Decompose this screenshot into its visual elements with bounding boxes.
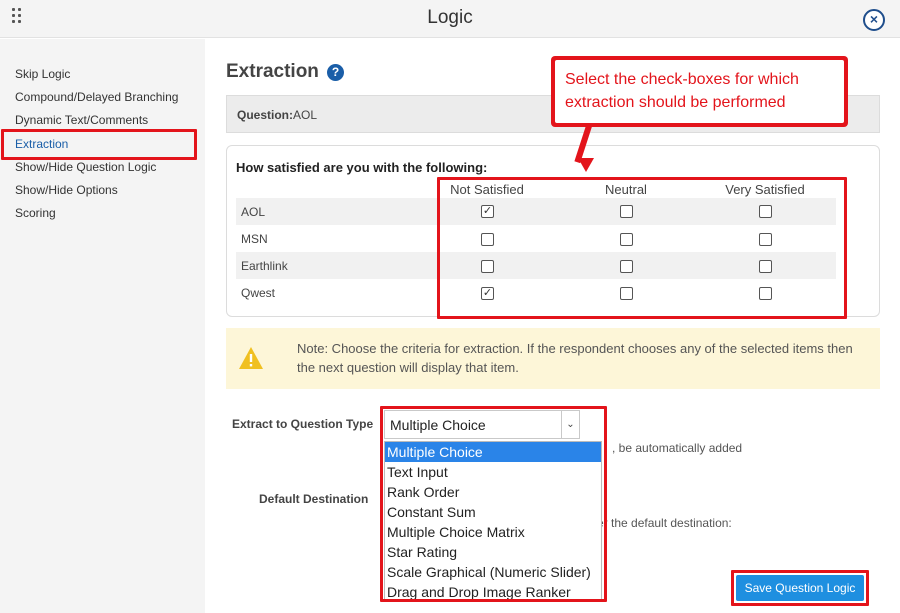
sidebar-item-skip-logic[interactable]: Skip Logic <box>15 67 70 81</box>
warning-icon <box>239 347 263 369</box>
row-label-msn: MSN <box>241 232 268 246</box>
save-question-logic-button[interactable]: Save Question Logic <box>736 575 864 601</box>
option-multiple-choice-matrix[interactable]: Multiple Choice Matrix <box>385 522 601 542</box>
row-label-earthlink: Earthlink <box>241 259 288 273</box>
row-label-aol: AOL <box>241 205 266 219</box>
partial-text-default-destination: er the default destination: <box>597 516 732 530</box>
checkbox-earthlink-very-satisfied[interactable] <box>759 260 772 273</box>
sidebar-item-extraction[interactable]: Extraction <box>15 137 68 151</box>
checkbox-aol-very-satisfied[interactable] <box>759 205 772 218</box>
checkbox-msn-neutral[interactable] <box>620 233 633 246</box>
question-label: Question: <box>237 108 293 122</box>
sidebar-item-show-hide-options[interactable]: Show/Hide Options <box>15 183 118 197</box>
option-star-rating[interactable]: Star Rating <box>385 542 601 562</box>
matrix-question: How satisfied are you with the following… <box>236 160 488 175</box>
help-icon[interactable]: ? <box>327 64 344 81</box>
default-destination-label: Default Destination <box>259 492 369 506</box>
table-row <box>236 198 836 225</box>
table-row <box>236 225 836 252</box>
checkbox-aol-not-satisfied[interactable]: ✓ <box>481 205 494 218</box>
annotation-callout: Select the check-boxes for which extract… <box>551 56 848 127</box>
close-icon[interactable]: × <box>863 9 885 31</box>
table-row <box>236 279 836 306</box>
checkbox-earthlink-not-satisfied[interactable] <box>481 260 494 273</box>
checkbox-aol-neutral[interactable] <box>620 205 633 218</box>
partial-text-auto-added: , be automatically added <box>612 441 743 455</box>
checkbox-qwest-very-satisfied[interactable] <box>759 287 772 300</box>
extract-type-label: Extract to Question Type <box>232 417 374 431</box>
note-text: Note: Choose the criteria for extraction… <box>297 341 853 375</box>
question-value: AOL <box>293 108 318 122</box>
page-title: Extraction <box>226 61 319 82</box>
column-header-very-satisfied: Very Satisfied <box>725 182 805 197</box>
checkbox-earthlink-neutral[interactable] <box>620 260 633 273</box>
annotation-callout-text: Select the check-boxes for which extract… <box>555 60 844 123</box>
table-row <box>236 252 836 279</box>
sidebar-item-compound-delayed-branching[interactable]: Compound/Delayed Branching <box>15 90 178 104</box>
title-bar: Logic × <box>0 0 900 38</box>
option-constant-sum[interactable]: Constant Sum <box>385 502 601 522</box>
chevron-down-icon[interactable]: ⌄ <box>561 411 579 438</box>
option-rank-order[interactable]: Rank Order <box>385 482 601 502</box>
column-header-neutral: Neutral <box>605 182 647 197</box>
option-drag-drop-image-ranker[interactable]: Drag and Drop Image Ranker <box>385 582 601 602</box>
window-title: Logic <box>427 7 473 28</box>
question-type-selected: Multiple Choice <box>390 417 486 433</box>
sidebar-item-dynamic-text-comments[interactable]: Dynamic Text/Comments <box>15 113 148 127</box>
checkbox-msn-very-satisfied[interactable] <box>759 233 772 246</box>
checkbox-msn-not-satisfied[interactable] <box>481 233 494 246</box>
sidebar-item-show-hide-question-logic[interactable]: Show/Hide Question Logic <box>15 160 156 174</box>
column-header-not-satisfied: Not Satisfied <box>450 182 524 197</box>
checkbox-qwest-neutral[interactable] <box>620 287 633 300</box>
option-scale-graphical[interactable]: Scale Graphical (Numeric Slider) <box>385 562 601 582</box>
question-type-dropdown: Multiple Choice Text Input Rank Order Co… <box>384 441 602 601</box>
checkbox-qwest-not-satisfied[interactable]: ✓ <box>481 287 494 300</box>
sidebar-item-scoring[interactable]: Scoring <box>15 206 56 220</box>
row-label-qwest: Qwest <box>241 286 276 300</box>
annotation-arrow-head <box>578 158 594 172</box>
question-type-select[interactable]: Multiple Choice ⌄ <box>384 410 580 439</box>
option-multiple-choice[interactable]: Multiple Choice <box>385 442 601 462</box>
option-text-input[interactable]: Text Input <box>385 462 601 482</box>
